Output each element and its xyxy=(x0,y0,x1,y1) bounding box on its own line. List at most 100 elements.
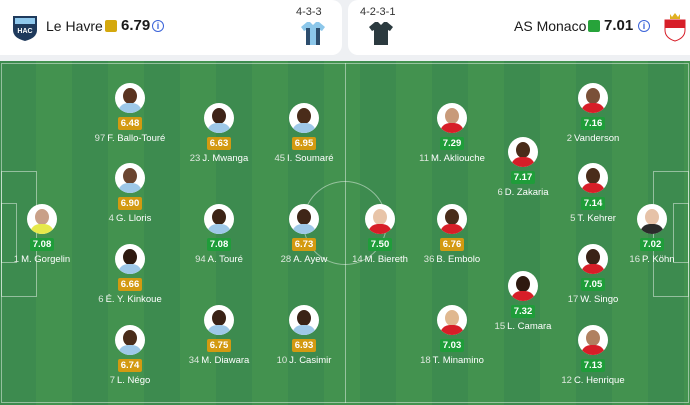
home-team-name: Le Havre xyxy=(46,18,103,34)
away-shirt-icon xyxy=(369,22,393,45)
player-number: 4 xyxy=(108,213,114,224)
home-info-icon[interactable]: i xyxy=(152,20,164,32)
player-rating: 7.03 xyxy=(439,339,465,352)
player-card[interactable]: 6.76 36 B. Embolo xyxy=(407,204,497,265)
player-label: 34 M. Diawara xyxy=(174,355,264,366)
player-avatar xyxy=(204,103,234,133)
player-name: I. Soumaré xyxy=(287,153,334,164)
player-card[interactable]: 7.13 12 C. Henrique xyxy=(548,325,638,386)
player-card[interactable]: 6.95 45 I. Soumaré xyxy=(259,103,349,164)
player-number: 17 xyxy=(567,294,579,305)
player-rating: 7.50 xyxy=(367,238,393,251)
player-card[interactable]: 7.08 94 A. Touré xyxy=(174,204,264,265)
player-rating: 7.13 xyxy=(580,359,606,372)
player-label: 12 C. Henrique xyxy=(548,375,638,386)
player-name: T. Minamino xyxy=(432,355,484,366)
player-avatar xyxy=(578,163,608,193)
away-formation: 4-2-3-1 xyxy=(360,6,396,18)
player-avatar xyxy=(437,305,467,335)
player-avatar xyxy=(115,163,145,193)
player-number: 18 xyxy=(420,355,431,366)
home-shirt-icon xyxy=(301,22,325,45)
player-name: L. Négo xyxy=(117,375,151,386)
player-rating: 7.14 xyxy=(580,197,606,210)
player-label: 10 J. Casimir xyxy=(259,355,349,366)
player-avatar xyxy=(637,204,667,234)
player-number: 5 xyxy=(570,213,576,224)
player-avatar xyxy=(289,103,319,133)
player-name: Vanderson xyxy=(574,133,620,144)
away-team-name: AS Monaco xyxy=(514,18,587,34)
player-card[interactable]: 6.63 23 J. Mwanga xyxy=(174,103,264,164)
player-avatar xyxy=(115,244,145,274)
player-name: M. Akliouche xyxy=(431,153,485,164)
player-label: 94 A. Touré xyxy=(174,254,264,265)
player-name: A. Touré xyxy=(207,254,243,265)
player-label: 36 B. Embolo xyxy=(407,254,497,265)
player-label: 2 Vanderson xyxy=(548,133,638,144)
player-number: 7 xyxy=(109,375,115,386)
player-label: 6 É. Y. Kinkoue xyxy=(85,294,175,305)
le-havre-crest-icon: HAC xyxy=(13,16,37,41)
player-avatar xyxy=(508,271,538,301)
away-info-icon[interactable]: i xyxy=(638,20,650,32)
player-name: W. Singo xyxy=(580,294,619,305)
player-avatar xyxy=(27,204,57,234)
player-rating: 6.76 xyxy=(439,238,465,251)
player-name: L. Camara xyxy=(507,321,552,332)
player-number: 10 xyxy=(276,355,288,366)
player-card[interactable]: 6.90 4 G. Lloris xyxy=(85,163,175,224)
player-label: 1 M. Gorgelin xyxy=(0,254,87,265)
player-rating: 6.63 xyxy=(206,137,232,150)
player-card[interactable]: 6.93 10 J. Casimir xyxy=(259,305,349,366)
home-rating-color-square xyxy=(105,20,117,32)
player-avatar xyxy=(437,204,467,234)
away-team-card[interactable]: 4-2-3-1 AS Monaco 7.01 i xyxy=(348,0,690,55)
player-number: 1 xyxy=(13,254,20,265)
player-card[interactable]: 6.74 7 L. Négo xyxy=(85,325,175,386)
player-name: É. Y. Kinkoue xyxy=(105,294,162,305)
home-team-card[interactable]: HAC Le Havre 6.79 i 4-3-3 xyxy=(0,0,342,55)
away-rating-color-square xyxy=(588,20,600,32)
player-card[interactable]: 7.16 2 Vanderson xyxy=(548,83,638,144)
monaco-crest-icon xyxy=(664,13,686,42)
player-card[interactable]: 6.75 34 M. Diawara xyxy=(174,305,264,366)
player-number: 6 xyxy=(497,187,503,198)
player-rating: 7.05 xyxy=(580,278,606,291)
player-name: D. Zakaria xyxy=(504,187,549,198)
player-number: 2 xyxy=(566,133,573,144)
player-avatar xyxy=(204,204,234,234)
player-avatar xyxy=(508,137,538,167)
player-rating: 6.75 xyxy=(206,339,232,352)
player-rating: 6.90 xyxy=(117,197,143,210)
player-number: 12 xyxy=(561,375,572,386)
player-avatar xyxy=(115,325,145,355)
player-name: J. Casimir xyxy=(289,355,332,366)
player-label: 18 T. Minamino xyxy=(407,355,497,366)
player-name: C. Henrique xyxy=(573,375,625,386)
player-avatar xyxy=(578,83,608,113)
player-avatar xyxy=(204,305,234,335)
player-avatar xyxy=(437,103,467,133)
player-label: 97 F. Ballo-Touré xyxy=(85,133,175,144)
player-number: 36 xyxy=(423,254,435,265)
player-avatar xyxy=(578,325,608,355)
player-card[interactable]: 6.66 6 É. Y. Kinkoue xyxy=(85,244,175,305)
player-card[interactable]: 7.03 18 T. Minamino xyxy=(407,305,497,366)
player-label: 23 J. Mwanga xyxy=(174,153,264,164)
player-card[interactable]: 7.08 1 M. Gorgelin xyxy=(0,204,87,265)
player-rating: 6.73 xyxy=(291,238,317,251)
player-rating: 7.29 xyxy=(439,137,465,150)
player-name: M. Gorgelin xyxy=(21,254,71,265)
player-avatar xyxy=(289,305,319,335)
player-rating: 7.08 xyxy=(29,238,55,251)
player-label: 4 G. Lloris xyxy=(85,213,175,224)
player-name: B. Embolo xyxy=(436,254,481,265)
player-rating: 7.02 xyxy=(639,238,665,251)
player-card[interactable]: 6.48 97 F. Ballo-Touré xyxy=(85,83,175,144)
player-rating: 6.74 xyxy=(117,359,143,372)
player-name: A. Ayew xyxy=(293,254,328,265)
player-rating: 7.08 xyxy=(206,238,232,251)
player-number: 6 xyxy=(98,294,104,305)
away-team-rating: 7.01 xyxy=(604,17,634,34)
